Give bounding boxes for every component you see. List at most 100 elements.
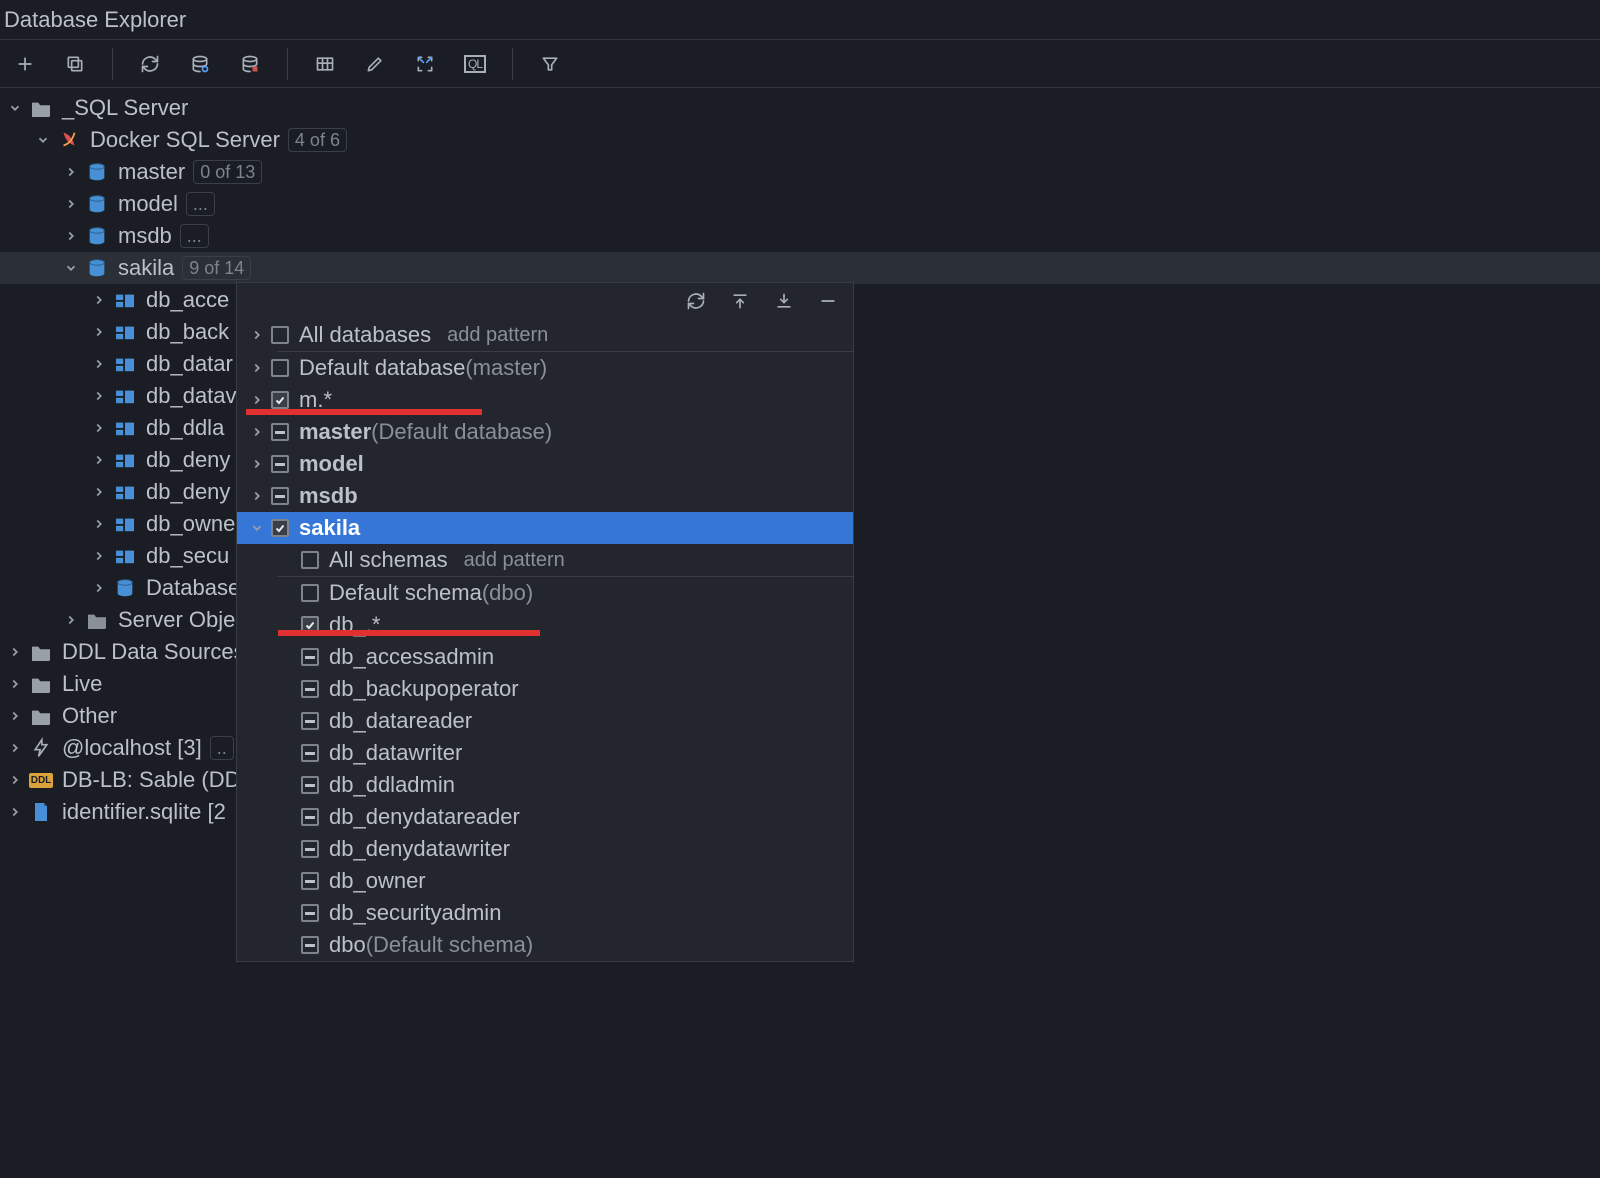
checkbox[interactable]	[301, 776, 319, 794]
popup-row[interactable]: db_ddladmin	[237, 769, 853, 801]
tree-row[interactable]: master0 of 13	[0, 156, 1600, 188]
expand-arrow[interactable]	[90, 515, 108, 533]
refresh-icon[interactable]	[685, 290, 707, 312]
popup-row[interactable]: Default schema (dbo)	[237, 577, 853, 609]
checkbox[interactable]	[271, 359, 289, 377]
expand-arrow[interactable]	[247, 328, 267, 342]
tree-row[interactable]: model...	[0, 188, 1600, 220]
popup-row[interactable]: db_securityadmin	[237, 897, 853, 929]
duplicate-icon[interactable]	[62, 51, 88, 77]
expand-arrow[interactable]	[6, 643, 24, 661]
refresh-icon[interactable]	[137, 51, 163, 77]
expand-arrow[interactable]	[6, 803, 24, 821]
checkbox[interactable]	[301, 840, 319, 858]
expand-arrow[interactable]	[247, 393, 267, 407]
table-icon[interactable]	[312, 51, 338, 77]
ql-icon[interactable]: QL	[462, 51, 488, 77]
popup-row[interactable]: db_datawriter	[237, 737, 853, 769]
checkbox[interactable]	[301, 648, 319, 666]
expand-arrow[interactable]	[90, 547, 108, 565]
popup-row[interactable]: model	[237, 448, 853, 480]
expand-arrow[interactable]	[6, 739, 24, 757]
expand-arrow[interactable]	[90, 483, 108, 501]
expand-arrow[interactable]	[90, 323, 108, 341]
expand-arrow[interactable]	[6, 707, 24, 725]
popup-row[interactable]: db_denydatareader	[237, 801, 853, 833]
expand-arrow[interactable]	[62, 611, 80, 629]
expand-arrow[interactable]	[247, 425, 267, 439]
checkbox[interactable]	[271, 391, 289, 409]
toolbar: QL	[0, 40, 1600, 88]
expand-arrow[interactable]	[62, 259, 80, 277]
expand-arrow[interactable]	[90, 451, 108, 469]
tree-label: db_secu	[146, 543, 229, 569]
hint-text: (dbo)	[482, 580, 533, 606]
checkbox[interactable]	[271, 519, 289, 537]
checkbox[interactable]	[271, 455, 289, 473]
expand-arrow[interactable]	[90, 579, 108, 597]
add-pattern-link[interactable]: add pattern	[464, 549, 565, 572]
filter-icon[interactable]	[537, 51, 563, 77]
checkbox[interactable]	[301, 808, 319, 826]
tree-label: db_datav	[146, 383, 237, 409]
checkbox[interactable]	[271, 487, 289, 505]
popup-label: db_backupoperator	[329, 676, 519, 702]
schema-icon	[112, 415, 138, 441]
checkbox[interactable]	[271, 423, 289, 441]
expand-arrow[interactable]	[34, 131, 52, 149]
checkbox[interactable]	[301, 936, 319, 954]
checkbox[interactable]	[301, 744, 319, 762]
edit-icon[interactable]	[362, 51, 388, 77]
expand-arrow[interactable]	[90, 355, 108, 373]
tree-row[interactable]: _SQL Server	[0, 92, 1600, 124]
checkbox[interactable]	[301, 551, 319, 569]
expand-arrow[interactable]	[247, 361, 267, 375]
expand-arrow[interactable]	[247, 489, 267, 503]
collapse-all-icon[interactable]	[773, 290, 795, 312]
checkbox[interactable]	[301, 712, 319, 730]
popup-row[interactable]: msdb	[237, 480, 853, 512]
expand-arrow[interactable]	[62, 195, 80, 213]
popup-row[interactable]: All schemasadd pattern	[237, 544, 853, 576]
expand-arrow[interactable]	[90, 387, 108, 405]
expand-arrow[interactable]	[90, 419, 108, 437]
expand-arrow[interactable]	[90, 291, 108, 309]
tree-row[interactable]: sakila9 of 14	[0, 252, 1600, 284]
checkbox[interactable]	[301, 872, 319, 890]
tree-row[interactable]: Docker SQL Server4 of 6	[0, 124, 1600, 156]
expand-arrow[interactable]	[62, 163, 80, 181]
popup-row[interactable]: db_.*	[237, 609, 853, 641]
minimize-icon[interactable]	[817, 290, 839, 312]
expand-arrow[interactable]	[247, 521, 267, 535]
checkbox[interactable]	[301, 584, 319, 602]
tree-label: db_ddla	[146, 415, 224, 441]
popup-row[interactable]: db_denydatawriter	[237, 833, 853, 865]
expand-arrow[interactable]	[6, 99, 24, 117]
popup-row[interactable]: db_backupoperator	[237, 673, 853, 705]
tree-row[interactable]: msdb...	[0, 220, 1600, 252]
new-datasource-icon[interactable]	[12, 51, 38, 77]
popup-row[interactable]: db_accessadmin	[237, 641, 853, 673]
stack-stop-icon[interactable]	[237, 51, 263, 77]
expand-arrow[interactable]	[6, 771, 24, 789]
popup-row[interactable]: All databases add pattern	[237, 319, 853, 351]
expand-all-icon[interactable]	[729, 290, 751, 312]
expand-arrow[interactable]	[247, 457, 267, 471]
schema-icon	[112, 479, 138, 505]
popup-row[interactable]: db_datareader	[237, 705, 853, 737]
expand-arrow[interactable]	[6, 675, 24, 693]
add-pattern-link[interactable]: add pattern	[447, 324, 548, 347]
popup-row[interactable]: db_owner	[237, 865, 853, 897]
expand-arrow[interactable]	[62, 227, 80, 245]
checkbox[interactable]	[301, 904, 319, 922]
popup-row[interactable]: master (Default database)	[237, 416, 853, 448]
toolbar-separator	[112, 48, 113, 80]
popup-row[interactable]: sakila	[237, 512, 853, 544]
stack-refresh-icon[interactable]	[187, 51, 213, 77]
popup-label: All databases	[299, 322, 431, 348]
popup-row[interactable]: dbo (Default schema)	[237, 929, 853, 961]
checkbox[interactable]	[301, 680, 319, 698]
checkbox[interactable]	[271, 326, 289, 344]
compress-icon[interactable]	[412, 51, 438, 77]
popup-row[interactable]: Default database (master)	[237, 352, 853, 384]
